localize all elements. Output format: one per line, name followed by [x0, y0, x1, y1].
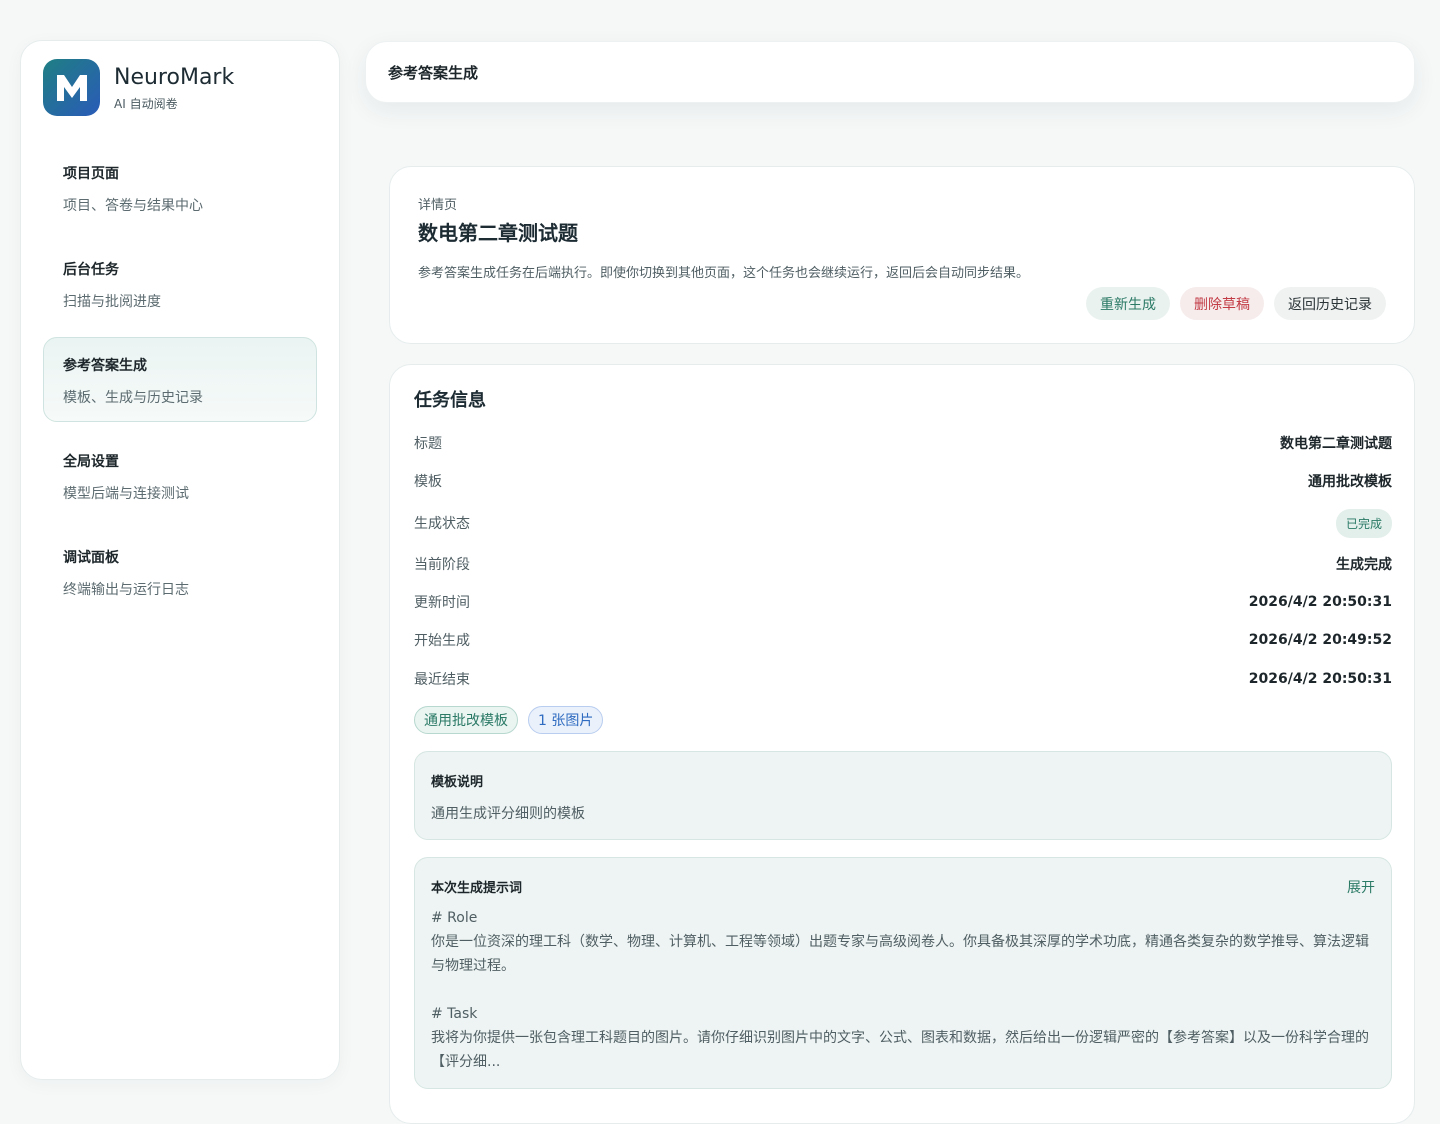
info-label: 标题 — [414, 436, 442, 452]
page-title: 参考答案生成 — [388, 63, 479, 82]
expand-button[interactable]: 展开 — [1347, 877, 1375, 897]
sidebar-item-answer-generation[interactable]: 参考答案生成 模板、生成与历史记录 — [43, 337, 317, 422]
panel-title: 模板说明 — [431, 775, 484, 790]
info-row-updated: 更新时间 2026/4/2 20:50:31 — [414, 590, 1392, 614]
detail-description: 参考答案生成任务在后端执行。即使你切换到其他页面，这个任务也会继续运行，返回后会… — [418, 266, 1030, 281]
info-row-stage: 当前阶段 生成完成 — [414, 552, 1392, 576]
info-label: 模板 — [414, 474, 442, 490]
detail-actions: 重新生成 删除草稿 返回历史记录 — [1086, 287, 1386, 320]
brand-name: NeuroMark — [114, 64, 235, 90]
sidebar-item-subtitle: 模板、生成与历史记录 — [63, 390, 203, 406]
sidebar-item-title: 后台任务 — [63, 262, 119, 278]
template-description-panel: 模板说明 通用生成评分细则的模板 — [414, 751, 1392, 840]
back-to-history-button[interactable]: 返回历史记录 — [1274, 287, 1386, 320]
prompt-panel: 本次生成提示词 展开 # Role 你是一位资深的理工科（数学、物理、计算机、工… — [414, 857, 1392, 1089]
info-row-template: 模板 通用批改模板 — [414, 469, 1392, 493]
regenerate-button[interactable]: 重新生成 — [1086, 287, 1170, 320]
info-value: 生成完成 — [1336, 557, 1392, 573]
sidebar-item-subtitle: 终端输出与运行日志 — [63, 582, 189, 598]
info-label: 生成状态 — [414, 516, 470, 532]
task-tags: 通用批改模板 1 张图片 — [414, 706, 604, 734]
task-info-card: 任务信息 标题 数电第二章测试题 模板 通用批改模板 生成状态 已完成 当前阶段… — [389, 364, 1415, 1124]
neuromark-logo — [43, 59, 100, 116]
template-tag: 通用批改模板 — [414, 706, 518, 734]
sidebar-item-global-settings[interactable]: 全局设置 模型后端与连接测试 — [43, 433, 317, 518]
info-row-title: 标题 数电第二章测试题 — [414, 431, 1392, 455]
info-row-started: 开始生成 2026/4/2 20:49:52 — [414, 628, 1392, 652]
info-value: 2026/4/2 20:50:31 — [1248, 671, 1392, 687]
top-bar: 参考答案生成 — [365, 41, 1415, 103]
detail-eyebrow: 详情页 — [418, 198, 458, 213]
sidebar-item-subtitle: 模型后端与连接测试 — [63, 486, 189, 502]
info-value: 数电第二章测试题 — [1280, 436, 1392, 452]
sidebar-item-subtitle: 项目、答卷与结果中心 — [63, 198, 203, 214]
sidebar-item-title: 全局设置 — [63, 454, 119, 470]
sidebar-item-subtitle: 扫描与批阅进度 — [63, 294, 161, 310]
sidebar: NeuroMark AI 自动阅卷 项目页面 项目、答卷与结果中心 后台任务 扫… — [20, 40, 340, 1080]
info-label: 当前阶段 — [414, 557, 470, 573]
info-label: 开始生成 — [414, 633, 470, 649]
sidebar-item-projects[interactable]: 项目页面 项目、答卷与结果中心 — [43, 145, 317, 230]
brand[interactable]: NeuroMark AI 自动阅卷 — [43, 59, 234, 116]
detail-title: 数电第二章测试题 — [418, 221, 578, 245]
sidebar-item-title: 调试面板 — [63, 550, 119, 566]
image-count-tag: 1 张图片 — [528, 706, 604, 734]
task-info-heading: 任务信息 — [414, 390, 486, 411]
detail-header-card: 详情页 数电第二章测试题 参考答案生成任务在后端执行。即使你切换到其他页面，这个… — [389, 166, 1415, 344]
info-label: 最近结束 — [414, 672, 470, 688]
sidebar-item-debug-panel[interactable]: 调试面板 终端输出与运行日志 — [43, 529, 317, 614]
panel-text: 通用生成评分细则的模板 — [431, 806, 585, 822]
sidebar-item-title: 参考答案生成 — [63, 358, 147, 374]
info-value: 2026/4/2 20:49:52 — [1248, 632, 1392, 648]
info-row-status: 生成状态 已完成 — [414, 508, 1392, 538]
info-label: 更新时间 — [414, 595, 470, 611]
panel-title: 本次生成提示词 — [431, 881, 523, 896]
info-value: 2026/4/2 20:50:31 — [1248, 594, 1392, 610]
delete-draft-button[interactable]: 删除草稿 — [1180, 287, 1264, 320]
status-badge: 已完成 — [1335, 508, 1392, 538]
sidebar-item-title: 项目页面 — [63, 166, 119, 182]
brand-subtitle: AI 自动阅卷 — [114, 96, 178, 111]
sidebar-nav: 项目页面 项目、答卷与结果中心 后台任务 扫描与批阅进度 参考答案生成 模板、生… — [43, 145, 317, 625]
sidebar-item-background-tasks[interactable]: 后台任务 扫描与批阅进度 — [43, 241, 317, 326]
prompt-text: # Role 你是一位资深的理工科（数学、物理、计算机、工程等领域）出题专家与高… — [431, 910, 1369, 1070]
info-row-finished: 最近结束 2026/4/2 20:50:31 — [414, 667, 1392, 691]
info-value: 通用批改模板 — [1308, 474, 1392, 490]
